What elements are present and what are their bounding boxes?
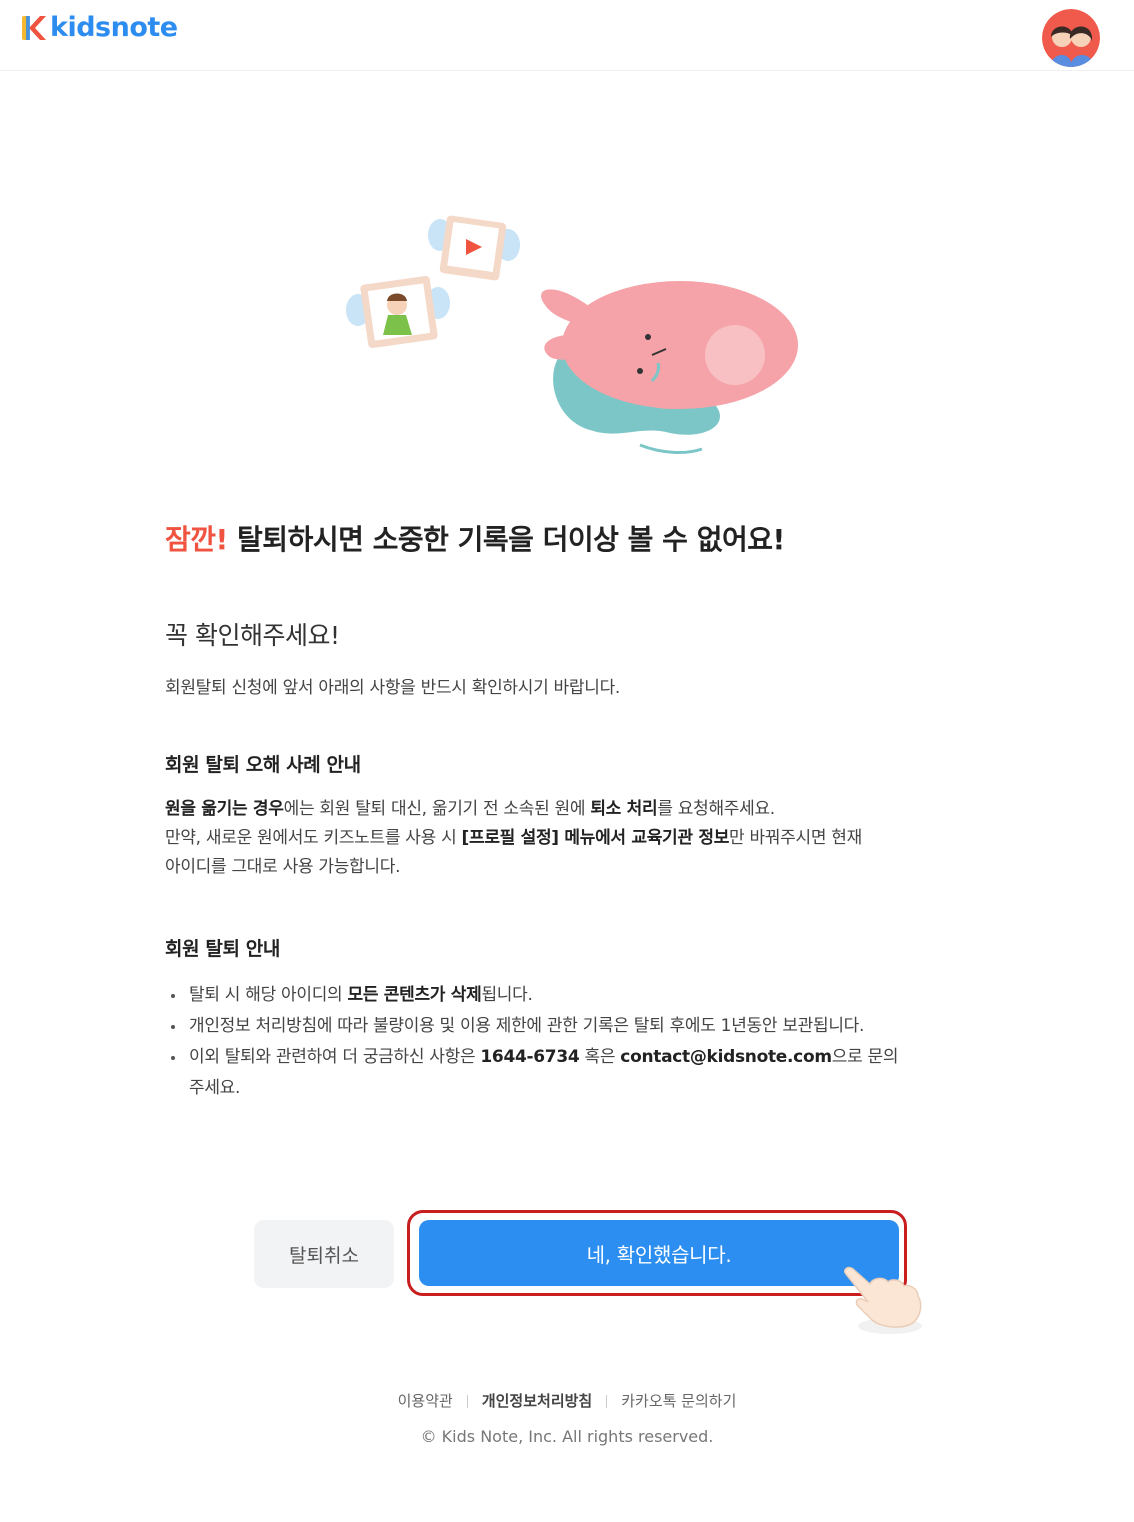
kidsnote-logo[interactable]: kidsnote <box>20 12 178 43</box>
privacy-policy-link[interactable]: 개인정보처리방침 <box>482 1392 592 1410</box>
flying-child-photo-icon <box>346 275 450 349</box>
list-item: 탈퇴 시 해당 아이디의 모든 콘텐츠가 삭제됩니다. <box>165 980 965 1011</box>
notice-intro: 회원탈퇴 신청에 앞서 아래의 사항을 반드시 확인하시기 바랍니다. <box>165 678 621 698</box>
copyright-text: © Kids Note, Inc. All rights reserved. <box>420 1427 714 1446</box>
headline-accent: 잠깐! <box>165 523 228 556</box>
misunderstanding-section-title: 회원 탈퇴 오해 사례 안내 <box>165 754 361 776</box>
pointing-hand-icon <box>843 1266 922 1334</box>
list-item: 이외 탈퇴와 관련하여 더 궁금하신 사항은 1644-6734 혹은 cont… <box>165 1042 965 1104</box>
support-phone: 1644-6734 <box>480 1047 580 1067</box>
footer-divider <box>466 1395 468 1408</box>
top-header: kidsnote <box>0 0 1134 71</box>
notice-title: 꼭 확인해주세요! <box>165 621 340 650</box>
sad-bunny-illustration <box>340 205 820 475</box>
misunderstanding-line-3: 아이디를 그대로 사용 가능합니다. <box>165 857 401 877</box>
cancel-withdrawal-button[interactable]: 탈퇴취소 <box>254 1220 394 1288</box>
withdrawal-bullet-list: 탈퇴 시 해당 아이디의 모든 콘텐츠가 삭제됩니다. 개인정보 처리방침에 따… <box>165 980 965 1104</box>
parents-avatar-icon[interactable] <box>1042 9 1100 67</box>
kakao-inquiry-link[interactable]: 카카오톡 문의하기 <box>621 1392 736 1410</box>
misunderstanding-line-1: 원을 옮기는 경우에는 회원 탈퇴 대신, 옮기기 전 소속된 원에 퇴소 처리… <box>165 799 775 819</box>
flying-photo-frame-icon <box>428 215 520 281</box>
footer-divider <box>606 1395 608 1408</box>
support-email: contact@kidsnote.com <box>620 1047 832 1067</box>
terms-link[interactable]: 이용약관 <box>398 1392 453 1410</box>
logo-text: kidsnote <box>50 12 178 43</box>
warning-headline: 잠깐! 탈퇴하시면 소중한 기록을 더이상 볼 수 없어요! <box>165 518 785 558</box>
footer-links: 이용약관 개인정보처리방침 카카오톡 문의하기 <box>0 1390 1134 1411</box>
confirm-withdrawal-button[interactable]: 네, 확인했습니다. <box>419 1220 899 1286</box>
list-item: 개인정보 처리방침에 따라 불량이용 및 이용 제한에 관한 기록은 탈퇴 후에… <box>165 1011 965 1042</box>
misunderstanding-text: 원을 옮기는 경우에는 회원 탈퇴 대신, 옮기기 전 소속된 원에 퇴소 처리… <box>165 795 965 882</box>
misunderstanding-line-2: 만약, 새로운 원에서도 키즈노트를 사용 시 [프로필 설정] 메뉴에서 교육… <box>165 828 862 848</box>
withdrawal-section-title: 회원 탈퇴 안내 <box>165 938 280 960</box>
kidsnote-k-logo-icon <box>22 15 46 40</box>
headline-text: 탈퇴하시면 소중한 기록을 더이상 볼 수 없어요! <box>227 523 785 556</box>
